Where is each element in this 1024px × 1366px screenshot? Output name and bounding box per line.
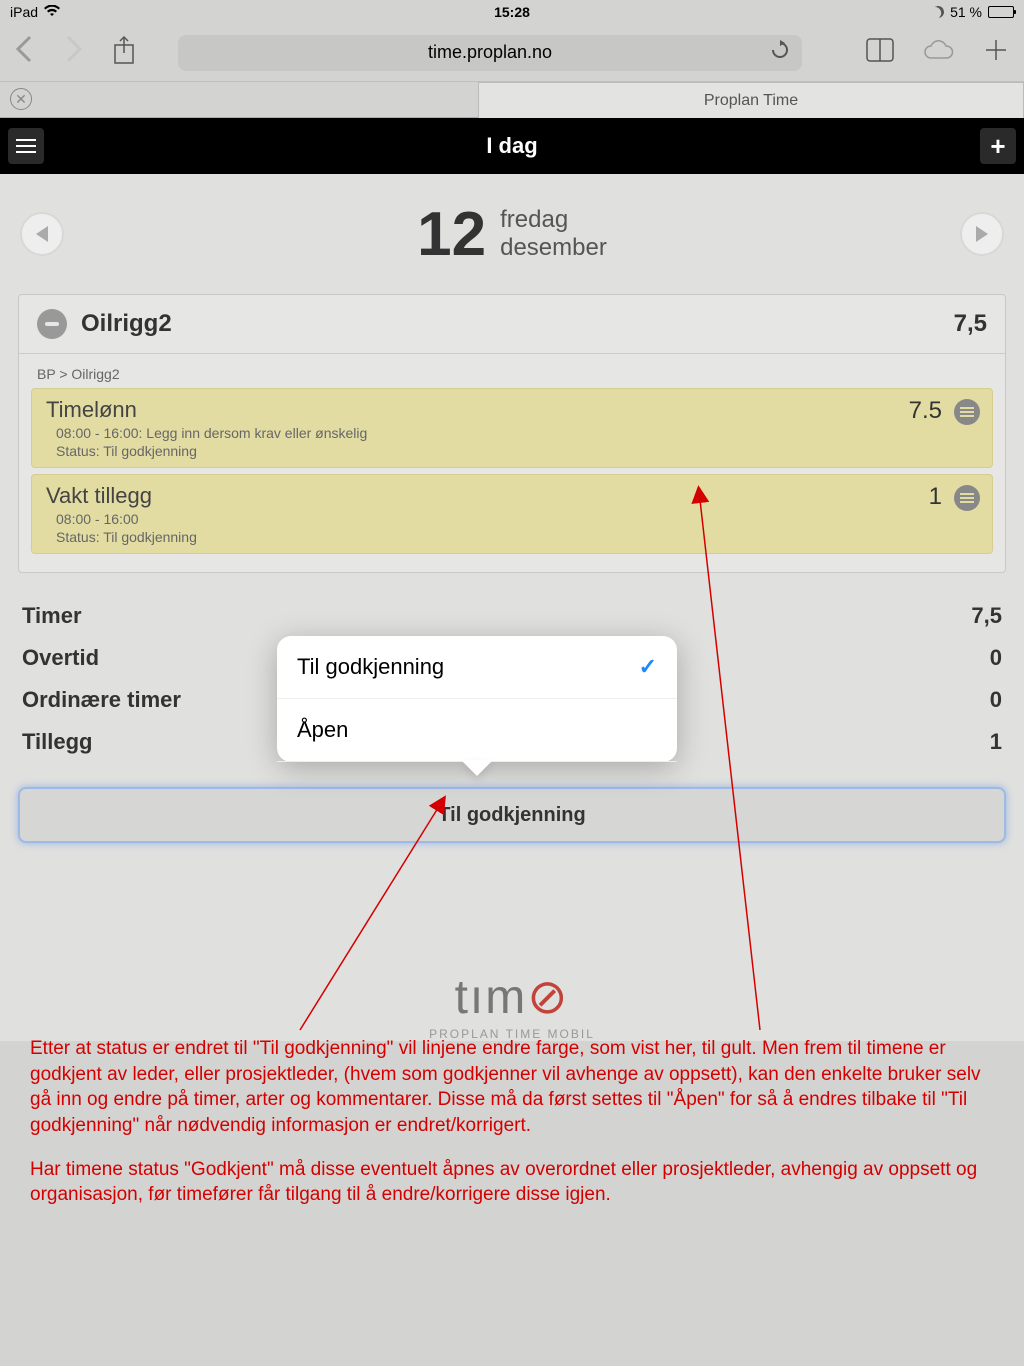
summary-label: Ordinære timer [22,687,181,713]
option-label: Til godkjenning [297,654,444,680]
time-entry[interactable]: Timelønn 08:00 - 16:00: Legg inn dersom … [31,388,993,468]
battery-icon [988,6,1014,18]
option-label: Åpen [297,717,348,743]
bookmarks-button[interactable] [860,37,900,68]
weekday: fredag [500,206,607,234]
action-label: Til godkjenning [438,804,585,827]
tab-title: Proplan Time [704,92,798,110]
month: desember [500,234,607,262]
battery-pct: 51 % [950,4,982,20]
new-tab-button[interactable] [976,37,1016,68]
status-select-button[interactable]: Til godkjenning [18,787,1006,843]
address-bar[interactable]: time.proplan.no [178,35,802,71]
device-label: iPad [10,4,38,20]
share-button[interactable] [108,35,140,70]
status-popover: Til godkjenning ✓ Åpen [277,636,677,762]
entry-hours: 7.5 [909,397,942,425]
app-logo: tım⊘ PROPLAN TIME MOBIL [0,969,1024,1041]
wifi-icon [44,4,60,20]
forward-button[interactable] [58,35,90,71]
popover-option[interactable]: Åpen [277,699,677,762]
popover-option[interactable]: Til godkjenning ✓ [277,636,677,699]
entry-time: 08:00 - 16:00 [46,511,978,527]
project-card: Oilrigg2 7,5 BP > Oilrigg2 Timelønn 08:0… [18,294,1006,573]
summary-label: Timer [22,603,82,629]
ios-status-bar: iPad 15:28 51 % [0,0,1024,24]
collapse-icon[interactable] [37,309,67,339]
breadcrumb: BP > Oilrigg2 [31,362,993,388]
app-header: I dag + [0,118,1024,174]
project-header[interactable]: Oilrigg2 7,5 [19,295,1005,354]
add-button[interactable]: + [980,128,1016,164]
entry-title: Vakt tillegg [46,483,978,509]
annotation-text: Etter at status er endret til "Til godkj… [30,1036,994,1226]
project-name: Oilrigg2 [81,310,172,338]
entry-status: Status: Til godkjenning [46,443,978,459]
summary-label: Tillegg [22,729,93,755]
project-total: 7,5 [954,310,987,338]
entry-menu-icon[interactable] [954,399,980,425]
summary-value: 7,5 [971,603,1002,629]
close-tab-button[interactable]: ✕ [10,88,32,110]
summary-row: Timer 7,5 [22,595,1002,637]
annotation-p2: Har timene status "Godkjent" må disse ev… [30,1157,994,1208]
entry-title: Timelønn [46,397,978,423]
next-day-button[interactable] [960,212,1004,256]
clock: 15:28 [494,4,530,20]
entry-menu-icon[interactable] [954,485,980,511]
current-date: 12 fredag desember [417,199,607,270]
cloud-button[interactable] [918,38,958,67]
entry-hours: 1 [929,483,942,511]
check-icon: ✓ [639,654,657,680]
header-title: I dag [486,133,537,159]
menu-button[interactable] [8,128,44,164]
browser-tab[interactable]: Proplan Time [478,82,1024,118]
dnd-moon-icon [930,4,945,19]
prev-day-button[interactable] [20,212,64,256]
reload-icon[interactable] [770,40,790,66]
safari-toolbar: time.proplan.no [0,24,1024,82]
url-text: time.proplan.no [428,42,552,63]
entry-status: Status: Til godkjenning [46,529,978,545]
summary-value: 0 [990,687,1002,713]
entry-time: 08:00 - 16:00: Legg inn dersom krav elle… [46,425,978,441]
time-entry[interactable]: Vakt tillegg 08:00 - 16:00 Status: Til g… [31,474,993,554]
summary-value: 0 [990,645,1002,671]
date-number: 12 [417,199,486,270]
tab-row: ✕ Proplan Time [0,82,1024,118]
app-content: 12 fredag desember Oilrigg2 7,5 BP > Oil… [0,174,1024,1041]
date-navigation: 12 fredag desember [0,174,1024,294]
summary-label: Overtid [22,645,99,671]
annotation-p1: Etter at status er endret til "Til godkj… [30,1036,994,1139]
summary-value: 1 [990,729,1002,755]
back-button[interactable] [8,35,40,71]
